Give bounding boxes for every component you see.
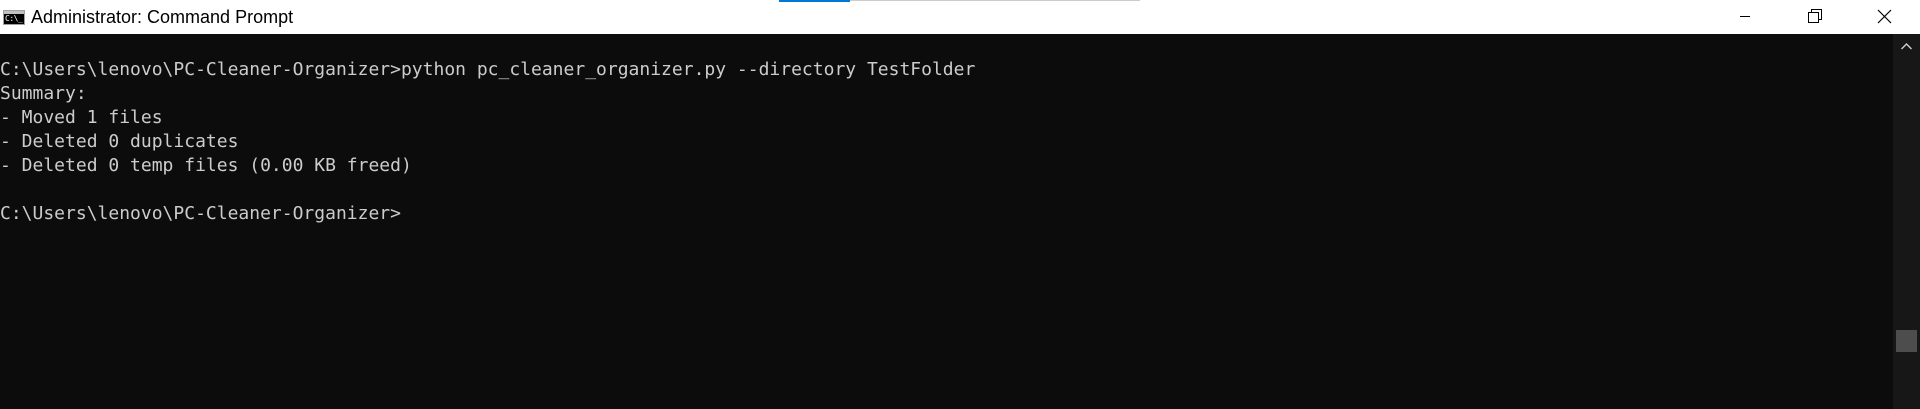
restore-button[interactable] (1778, 0, 1848, 34)
close-button[interactable] (1848, 0, 1918, 34)
close-icon (1877, 9, 1892, 24)
minimize-icon (1740, 16, 1750, 17)
chevron-up-icon (1901, 43, 1912, 50)
console-output-area[interactable]: C:\Users\lenovo\PC-Cleaner-Organizer>pyt… (0, 34, 1893, 409)
title-accent-line (779, 0, 850, 2)
vertical-scrollbar[interactable] (1893, 34, 1920, 409)
restore-icon (1808, 9, 1822, 23)
console-line-moved: - Moved 1 files (0, 107, 163, 128)
scrollbar-thumb[interactable] (1896, 330, 1917, 352)
command-prompt-window: C:\_ Administrator: Command Prompt C:\Us… (0, 0, 1920, 409)
command-prompt-app-icon[interactable]: C:\_ (3, 10, 25, 25)
scroll-up-button[interactable] (1893, 34, 1920, 58)
console-line-command: C:\Users\lenovo\PC-Cleaner-Organizer>pyt… (0, 59, 976, 80)
console-line-temp-files: - Deleted 0 temp files (0.00 KB freed) (0, 155, 412, 176)
app-icon-label: C:\_ (5, 14, 23, 23)
console-line-duplicates: - Deleted 0 duplicates (0, 131, 239, 152)
title-divider-line (850, 0, 1140, 1)
title-bar[interactable]: C:\_ Administrator: Command Prompt (0, 0, 1920, 34)
console-line-summary: Summary: (0, 83, 87, 104)
minimize-button[interactable] (1710, 0, 1780, 34)
console-prompt-line: C:\Users\lenovo\PC-Cleaner-Organizer> (0, 203, 401, 224)
window-title: Administrator: Command Prompt (31, 7, 294, 27)
